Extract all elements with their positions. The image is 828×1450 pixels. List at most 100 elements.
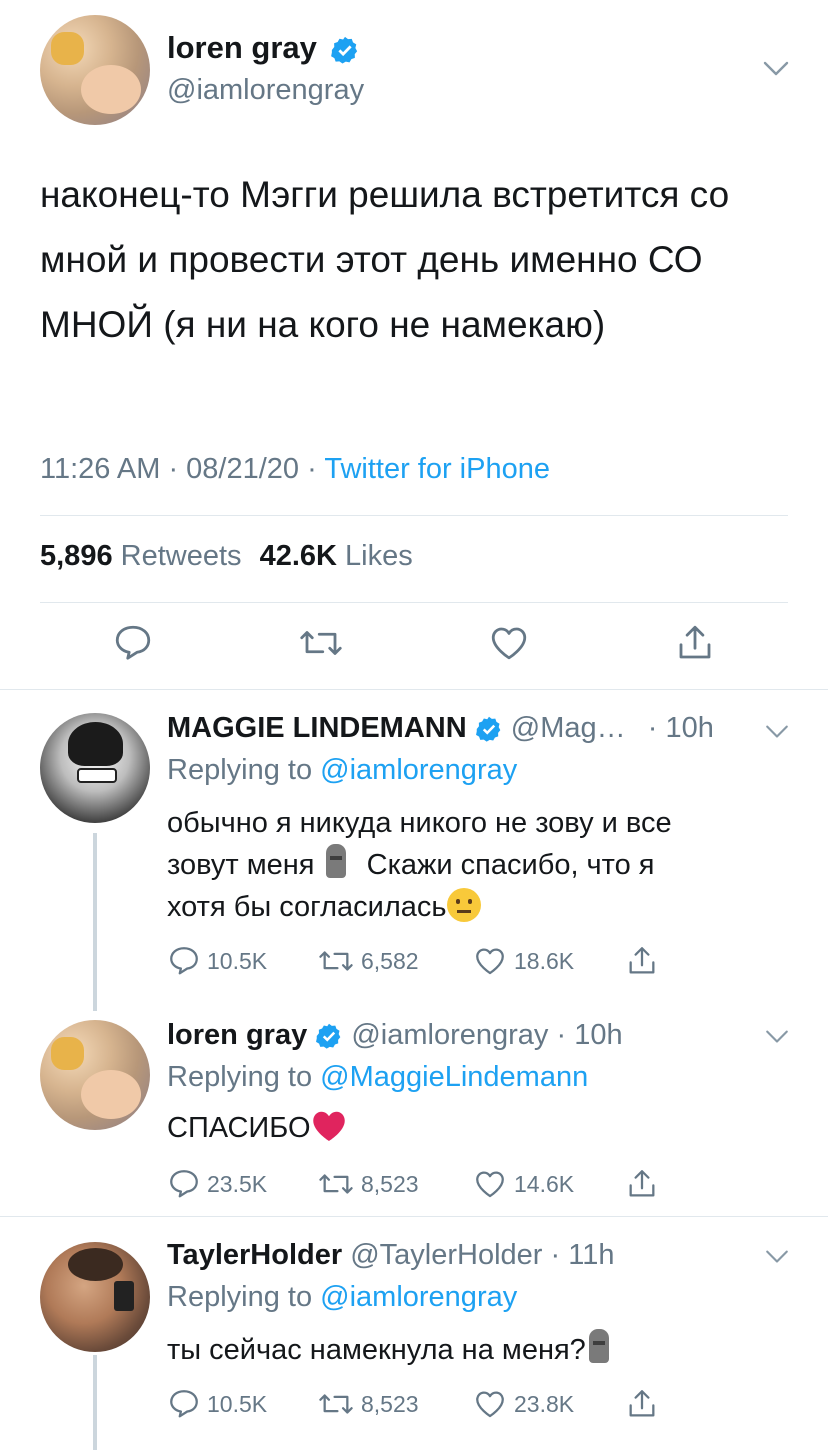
tweet-time: 11:26 AM	[40, 453, 161, 485]
reply-text-line: хотя бы согласилась	[167, 886, 767, 928]
retweet-button[interactable]: 8,523	[317, 1167, 419, 1201]
replying-prefix: Replying to	[167, 1281, 313, 1313]
verified-badge-icon	[475, 717, 501, 742]
reply-button[interactable]: 10.5K	[167, 944, 267, 978]
replying-to-handle[interactable]: @MaggieLindemann	[320, 1061, 588, 1093]
replying-to: Replying to @iamlorengray	[167, 754, 517, 787]
replying-to-handle[interactable]: @iamlorengray	[320, 754, 517, 786]
verified-badge-icon	[316, 1024, 341, 1049]
reply-header: loren gray @iamlorengray · 10h	[167, 1019, 623, 1051]
share-icon	[629, 1170, 655, 1197]
author-handle[interactable]: @iamlorengray	[167, 74, 364, 107]
reply-age: 11h	[568, 1239, 615, 1271]
reply-button[interactable]: 23.5K	[167, 1167, 267, 1201]
red-heart-emoji	[312, 1111, 345, 1141]
reply-icon	[170, 947, 198, 975]
author-name-row[interactable]: loren gray	[167, 30, 360, 66]
divider	[40, 602, 788, 603]
moai-emoji	[586, 1329, 612, 1365]
like-button[interactable]: 23.8K	[472, 1387, 574, 1421]
reply-action-bar: 23.5K 8,523 14.6K	[167, 1167, 687, 1203]
retweets-count: 5,896	[40, 540, 113, 572]
chevron-down-icon[interactable]	[763, 60, 789, 78]
retweet-button[interactable]: 6,582	[317, 944, 419, 978]
author-avatar[interactable]	[40, 15, 150, 125]
reply-count: 23.5K	[207, 1170, 268, 1197]
share-button[interactable]	[625, 1167, 659, 1201]
tweet-meta: 11:26 AM · 08/21/20 · Twitter for iPhone	[40, 453, 550, 485]
divider	[40, 515, 788, 516]
moai-emoji	[323, 844, 349, 880]
reply-tweet[interactable]: MAGGIE LINDEMANN @Mag… · 10h Replying to…	[0, 700, 828, 1005]
reply-text-fragment: зовут меня	[167, 849, 315, 881]
tweet-source-link[interactable]: Twitter for iPhone	[324, 453, 550, 485]
chevron-down-icon[interactable]	[765, 724, 789, 740]
like-count: 14.6K	[514, 1170, 575, 1197]
retweet-count: 8,523	[361, 1170, 419, 1197]
reply-action-bar: 10.5K 6,582 18.6K	[167, 944, 687, 980]
retweet-count: 6,582	[361, 947, 419, 974]
reply-icon[interactable]	[112, 622, 154, 664]
reply-text: ты сейчас намекнула на меня?	[167, 1329, 767, 1371]
tweet-action-bar	[0, 622, 828, 672]
reply-author-avatar[interactable]	[40, 1242, 150, 1352]
reply-count: 10.5K	[207, 1390, 268, 1417]
replying-to: Replying to @MaggieLindemann	[167, 1061, 588, 1094]
like-count: 18.6K	[514, 947, 575, 974]
reply-age: 10h	[574, 1019, 623, 1051]
like-icon[interactable]	[487, 622, 531, 664]
reply-text: обычно я никуда никого не зову и все зов…	[167, 802, 767, 928]
reply-text-fragment: ты сейчас намекнула на меня?	[167, 1334, 586, 1366]
like-button[interactable]: 14.6K	[472, 1167, 574, 1201]
retweet-icon	[319, 951, 353, 971]
replying-prefix: Replying to	[167, 754, 313, 786]
neutral-face-emoji	[446, 888, 481, 922]
reply-count: 10.5K	[207, 947, 268, 974]
reply-text: СПАСИБО	[167, 1107, 767, 1149]
reply-author-handle[interactable]: @Mag…	[511, 712, 626, 744]
replying-prefix: Replying to	[167, 1061, 313, 1093]
retweets-stat[interactable]: 5,896 Retweets	[40, 540, 242, 572]
main-tweet: loren gray @iamlorengray наконец-то Мэгг…	[0, 0, 828, 690]
retweets-label: Retweets	[120, 540, 242, 572]
retweet-icon[interactable]	[298, 622, 344, 664]
reply-author-name[interactable]: MAGGIE LINDEMANN	[167, 712, 467, 744]
reply-author-handle[interactable]: @TaylerHolder	[350, 1239, 542, 1271]
author-name: loren gray	[167, 30, 317, 65]
share-icon[interactable]	[674, 622, 716, 664]
likes-count: 42.6K	[259, 540, 337, 572]
tweet-text: наконец-то Мэгги решила встретится со мн…	[40, 174, 730, 345]
reply-icon	[170, 1170, 198, 1198]
reply-text-fragment: Скажи спасибо, что я	[366, 849, 655, 881]
reply-text-fragment: СПАСИБО	[167, 1112, 311, 1144]
like-count: 23.8K	[514, 1390, 575, 1417]
reply-header: TaylerHolder @TaylerHolder · 11h	[167, 1239, 615, 1271]
reply-icon	[170, 1390, 198, 1418]
reply-text-fragment: хотя бы согласилась	[167, 891, 447, 923]
retweet-count: 8,523	[361, 1390, 419, 1417]
share-button[interactable]	[625, 1387, 659, 1421]
reply-author-handle[interactable]: @iamlorengray	[351, 1019, 548, 1051]
share-button[interactable]	[625, 944, 659, 978]
like-icon	[476, 1391, 504, 1418]
chevron-down-icon[interactable]	[765, 1249, 789, 1265]
verified-badge-icon	[330, 36, 357, 64]
reply-header: MAGGIE LINDEMANN @Mag… · 10h	[167, 712, 714, 744]
like-button[interactable]: 18.6K	[472, 944, 574, 978]
likes-stat[interactable]: 42.6K Likes	[260, 540, 413, 572]
chevron-down-icon[interactable]	[765, 1029, 789, 1045]
reply-text-line: обычно я никуда никого не зову и все	[167, 807, 672, 839]
reply-action-bar: 10.5K 8,523 23.8K	[167, 1387, 687, 1423]
retweet-button[interactable]: 8,523	[317, 1387, 419, 1421]
like-icon	[476, 948, 504, 975]
reply-author-name[interactable]: TaylerHolder	[167, 1239, 342, 1271]
reply-author-avatar[interactable]	[40, 713, 150, 823]
reply-text-line: зовут меня Скажи спасибо, что я	[167, 844, 767, 886]
share-icon	[629, 947, 655, 974]
reply-tweet[interactable]: loren gray @iamlorengray · 10h Replying …	[0, 1005, 828, 1217]
reply-author-avatar[interactable]	[40, 1020, 150, 1130]
reply-button[interactable]: 10.5K	[167, 1387, 267, 1421]
replying-to-handle[interactable]: @iamlorengray	[320, 1281, 517, 1313]
reply-tweet[interactable]: TaylerHolder @TaylerHolder · 11h Replyin…	[0, 1225, 828, 1450]
reply-author-name[interactable]: loren gray	[167, 1019, 307, 1051]
